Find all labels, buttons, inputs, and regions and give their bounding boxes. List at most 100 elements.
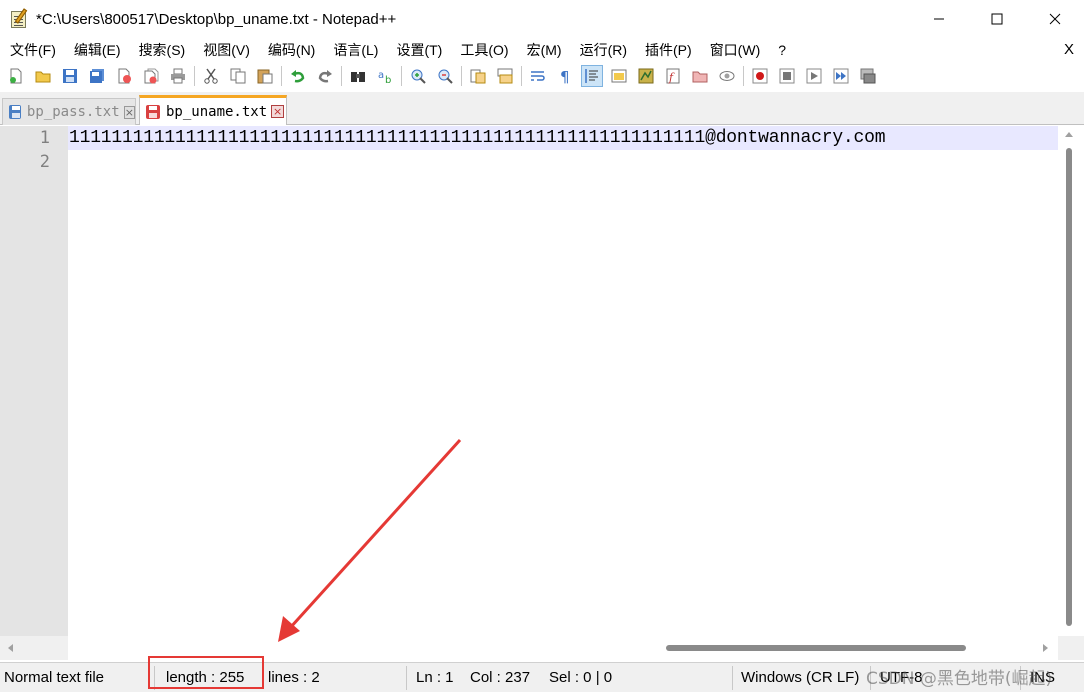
menu-plugins[interactable]: 插件(P) bbox=[636, 38, 701, 62]
monitoring-icon bbox=[719, 71, 735, 81]
paste-icon bbox=[257, 69, 273, 84]
sync-vertical-button[interactable] bbox=[467, 65, 489, 87]
cut-button[interactable] bbox=[200, 65, 222, 87]
replace-button[interactable]: ab bbox=[374, 65, 396, 87]
minimize-icon bbox=[934, 18, 944, 20]
find-button[interactable] bbox=[347, 65, 369, 87]
scroll-up-arrow-icon[interactable] bbox=[1065, 132, 1073, 137]
paste-button[interactable] bbox=[254, 65, 276, 87]
save-macro-button[interactable] bbox=[857, 65, 879, 87]
scrollbar-corner bbox=[1058, 636, 1084, 660]
user-defined-lang-icon bbox=[611, 69, 627, 83]
word-wrap-icon bbox=[531, 71, 545, 81]
menu-edit[interactable]: 编辑(E) bbox=[65, 38, 130, 62]
new-file-button[interactable] bbox=[5, 65, 27, 87]
tab-bp-pass[interactable]: bp_pass.txt × bbox=[2, 98, 136, 125]
code-line[interactable]: 1111111111111111111111111111111111111111… bbox=[69, 126, 886, 150]
sync-h-icon bbox=[497, 68, 513, 84]
toolbar-separator bbox=[194, 66, 195, 86]
status-lines: lines : 2 bbox=[268, 669, 320, 686]
function-list-icon: f bbox=[666, 68, 680, 84]
open-file-button[interactable] bbox=[32, 65, 54, 87]
copy-button[interactable] bbox=[227, 65, 249, 87]
menu-search[interactable]: 搜索(S) bbox=[130, 38, 195, 62]
close-file-icon bbox=[118, 68, 131, 84]
line-number: 2 bbox=[39, 152, 50, 172]
menu-language[interactable]: 语言(L) bbox=[324, 38, 387, 62]
toolbar-separator bbox=[341, 66, 342, 86]
menu-view[interactable]: 视图(V) bbox=[194, 38, 259, 62]
status-divider bbox=[406, 666, 407, 690]
save-all-button[interactable] bbox=[86, 65, 108, 87]
undo-icon bbox=[291, 70, 305, 83]
svg-text:a: a bbox=[378, 70, 384, 81]
save-icon bbox=[63, 69, 77, 83]
sync-horizontal-button[interactable] bbox=[494, 65, 516, 87]
tab-close-button[interactable]: × bbox=[123, 105, 135, 119]
notepad-plus-plus-icon bbox=[10, 8, 30, 29]
close-document-button[interactable]: X bbox=[1064, 38, 1074, 62]
toolbar-separator bbox=[521, 66, 522, 86]
menu-window[interactable]: 窗口(W) bbox=[701, 38, 770, 62]
line-number: 1 bbox=[39, 128, 50, 148]
folder-workspace-button[interactable] bbox=[689, 65, 711, 87]
close-all-button[interactable] bbox=[140, 65, 162, 87]
horizontal-scroll-thumb[interactable] bbox=[666, 645, 966, 651]
tab-label: bp_uname.txt bbox=[166, 103, 268, 120]
scroll-right-arrow-icon[interactable] bbox=[1043, 644, 1048, 652]
close-window-button[interactable] bbox=[1026, 0, 1084, 38]
save-button[interactable] bbox=[59, 65, 81, 87]
vertical-scroll-thumb[interactable] bbox=[1066, 148, 1072, 626]
open-file-icon bbox=[35, 71, 51, 83]
redo-button[interactable] bbox=[314, 65, 336, 87]
stop-macro-button[interactable] bbox=[776, 65, 798, 87]
sync-v-icon bbox=[470, 69, 486, 84]
tab-bp-uname[interactable]: bp_uname.txt × bbox=[139, 95, 287, 125]
record-macro-button[interactable] bbox=[749, 65, 771, 87]
menu-settings[interactable]: 设置(T) bbox=[387, 38, 451, 62]
undo-button[interactable] bbox=[287, 65, 309, 87]
close-button[interactable] bbox=[113, 65, 135, 87]
zoom-out-button[interactable] bbox=[434, 65, 456, 87]
zoom-in-icon bbox=[411, 69, 426, 84]
tab-close-button[interactable]: × bbox=[271, 105, 285, 118]
menu-encoding[interactable]: 编码(N) bbox=[259, 38, 324, 62]
function-list-button[interactable]: f bbox=[662, 65, 684, 87]
doc-map-icon bbox=[638, 68, 654, 84]
zoom-in-button[interactable] bbox=[407, 65, 429, 87]
indent-guide-button[interactable] bbox=[581, 65, 603, 87]
menu-help[interactable]: ? bbox=[769, 38, 795, 62]
svg-text:b: b bbox=[385, 75, 391, 84]
user-defined-lang-button[interactable] bbox=[608, 65, 630, 87]
copy-icon bbox=[230, 68, 246, 84]
line-number-gutter: 1 2 bbox=[0, 126, 68, 636]
minimize-button[interactable] bbox=[910, 0, 968, 38]
record-macro-icon bbox=[752, 68, 768, 84]
scroll-left-arrow-icon[interactable] bbox=[8, 644, 13, 652]
menu-run[interactable]: 运行(R) bbox=[571, 38, 636, 62]
menu-bar: 文件(F) 编辑(E) 搜索(S) 视图(V) 编码(N) 语言(L) 设置(T… bbox=[0, 38, 1084, 62]
monitoring-button[interactable] bbox=[716, 65, 738, 87]
print-button[interactable] bbox=[167, 65, 189, 87]
doc-map-button[interactable] bbox=[635, 65, 657, 87]
maximize-button[interactable] bbox=[968, 0, 1026, 38]
new-file-icon bbox=[10, 68, 22, 84]
save-all-icon bbox=[90, 69, 104, 83]
word-wrap-button[interactable] bbox=[527, 65, 549, 87]
menu-tools[interactable]: 工具(O) bbox=[451, 38, 517, 62]
play-macro-button[interactable] bbox=[803, 65, 825, 87]
vertical-scrollbar[interactable] bbox=[1058, 126, 1084, 636]
run-macro-multiple-icon bbox=[833, 68, 849, 84]
toolbar: ab ¶ f bbox=[0, 62, 1084, 90]
toolbar-separator bbox=[461, 66, 462, 86]
status-selection: Sel : 0 | 0 bbox=[549, 669, 613, 686]
menu-file[interactable]: 文件(F) bbox=[0, 38, 65, 62]
status-file-type: Normal text file bbox=[4, 669, 105, 686]
maximize-icon bbox=[991, 13, 1003, 25]
text-area[interactable]: 1111111111111111111111111111111111111111… bbox=[68, 126, 1058, 636]
menu-macro[interactable]: 宏(M) bbox=[518, 38, 571, 62]
show-all-chars-button[interactable]: ¶ bbox=[554, 65, 576, 87]
run-macro-multiple-button[interactable] bbox=[830, 65, 852, 87]
status-eol[interactable]: Windows (CR LF) bbox=[741, 663, 859, 692]
close-all-icon bbox=[144, 68, 159, 84]
